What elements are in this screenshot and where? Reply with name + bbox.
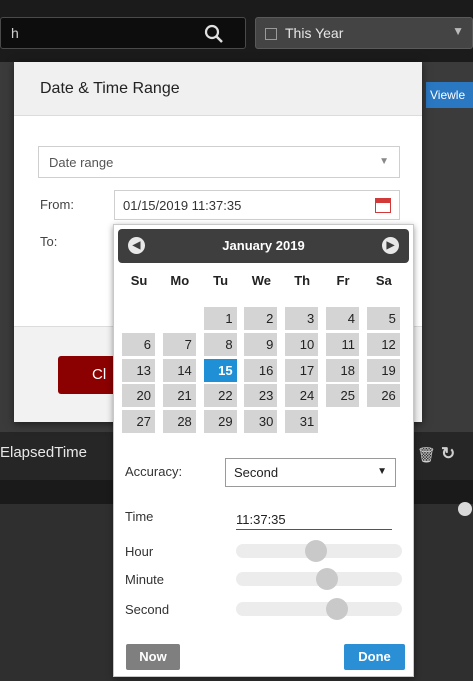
- day-cell[interactable]: 4: [326, 307, 359, 330]
- hour-slider[interactable]: [236, 540, 402, 562]
- month-title: January 2019: [222, 238, 305, 253]
- time-label: Time: [125, 509, 154, 524]
- done-button[interactable]: Done: [344, 644, 405, 670]
- day-cell[interactable]: 12: [366, 332, 400, 356]
- period-select-value: This Year: [285, 25, 344, 41]
- day-cell[interactable]: 3: [285, 307, 319, 330]
- weekday-header: Su Mo Tu We Th Fr Sa: [122, 273, 408, 293]
- day-cell[interactable]: 14: [162, 358, 196, 382]
- day-cell[interactable]: 5: [366, 307, 400, 330]
- day-cell[interactable]: 21: [162, 384, 196, 408]
- search-input[interactable]: h: [0, 17, 246, 49]
- day-cell[interactable]: 7: [162, 332, 196, 356]
- now-button[interactable]: Now: [126, 644, 180, 670]
- dialog-title: Date & Time Range: [40, 80, 180, 97]
- trash-icon[interactable]: 🗑: [417, 446, 436, 464]
- second-slider[interactable]: [236, 598, 402, 620]
- minute-label: Minute: [125, 572, 165, 587]
- scroll-handle[interactable]: [458, 502, 472, 516]
- day-cell[interactable]: 8: [203, 332, 237, 356]
- hour-label: Hour: [125, 544, 154, 559]
- accuracy-select[interactable]: Second ▼: [225, 458, 396, 487]
- day-cell[interactable]: 24: [285, 384, 319, 408]
- viewlet-button[interactable]: Viewle: [426, 82, 473, 108]
- chevron-down-icon: ▼: [452, 24, 464, 38]
- from-date-value: 01/15/2019 11:37:35: [123, 198, 242, 213]
- second-slider-handle[interactable]: [325, 598, 348, 620]
- day-cell[interactable]: 31: [285, 410, 319, 434]
- period-select[interactable]: This Year ▼: [255, 17, 473, 49]
- chevron-down-icon: ▼: [379, 156, 389, 167]
- weekday-label: Tu: [213, 273, 229, 288]
- accuracy-label: Accuracy:: [125, 464, 183, 479]
- date-picker: ◀ January 2019 ▶ Su Mo Tu We Th Fr Sa 12345678…: [113, 224, 414, 677]
- range-type-select[interactable]: Date range ▼: [38, 146, 400, 178]
- day-cell[interactable]: 26: [366, 384, 400, 408]
- weekday-label: We: [251, 273, 272, 288]
- day-cell[interactable]: 20: [122, 384, 155, 408]
- hour-slider-handle[interactable]: [304, 540, 327, 562]
- weekday-label: Mo: [170, 273, 190, 288]
- minute-slider[interactable]: [236, 568, 402, 590]
- day-cell[interactable]: 17: [285, 358, 319, 382]
- dialog-header: Date & Time Range: [14, 62, 422, 116]
- day-cell[interactable]: 29: [203, 410, 237, 434]
- day-cell[interactable]: 19: [366, 358, 400, 382]
- to-label: To:: [40, 234, 58, 249]
- time-value: 11:37:35: [236, 512, 392, 530]
- weekday-label: Su: [130, 273, 148, 288]
- day-cell[interactable]: 2: [244, 307, 278, 330]
- day-cell[interactable]: 10: [285, 332, 319, 356]
- day-cell[interactable]: 28: [162, 410, 196, 434]
- minute-slider-handle[interactable]: [315, 568, 338, 590]
- calendar-icon[interactable]: [375, 198, 391, 213]
- day-cell[interactable]: 13: [122, 358, 155, 382]
- weekday-label: Th: [294, 273, 311, 288]
- day-cell[interactable]: 16: [244, 358, 278, 382]
- day-cell[interactable]: 11: [326, 332, 359, 356]
- from-date-input[interactable]: 01/15/2019 11:37:35: [114, 190, 400, 220]
- day-cell-selected[interactable]: 15: [203, 358, 237, 382]
- day-grid: 1 2 3 4 5 6 7 8 9 10 11 12 13 14 15 16 17 18 19 20 21 22 23 24 2…: [122, 307, 412, 451]
- accuracy-value: Second: [234, 465, 279, 480]
- refresh-icon[interactable]: ↻: [441, 444, 455, 464]
- chevron-down-icon: ▼: [377, 466, 387, 477]
- day-cell[interactable]: 30: [244, 410, 278, 434]
- day-cell[interactable]: 6: [122, 332, 155, 356]
- day-cell[interactable]: 27: [122, 410, 155, 434]
- day-cell[interactable]: 9: [244, 332, 278, 356]
- range-type-value: Date range: [49, 155, 114, 170]
- day-cell[interactable]: 22: [203, 384, 237, 408]
- month-nav: ◀ January 2019 ▶: [118, 229, 409, 263]
- from-label: From:: [40, 197, 74, 212]
- weekday-label: Fr: [336, 273, 350, 288]
- top-toolbar: h This Year ▼: [0, 0, 473, 62]
- second-label: Second: [125, 602, 170, 617]
- day-cell[interactable]: 18: [326, 358, 359, 382]
- day-cell[interactable]: 23: [244, 384, 278, 408]
- next-month-button[interactable]: ▶: [382, 237, 399, 254]
- day-cell[interactable]: 1: [203, 307, 237, 330]
- calendar-icon: [265, 28, 277, 40]
- weekday-label: Sa: [375, 273, 392, 288]
- day-cell[interactable]: 25: [326, 384, 359, 408]
- search-icon[interactable]: [203, 23, 225, 45]
- search-input-text: h: [11, 25, 19, 41]
- elapsed-time-label: ElapsedTime: [0, 444, 87, 461]
